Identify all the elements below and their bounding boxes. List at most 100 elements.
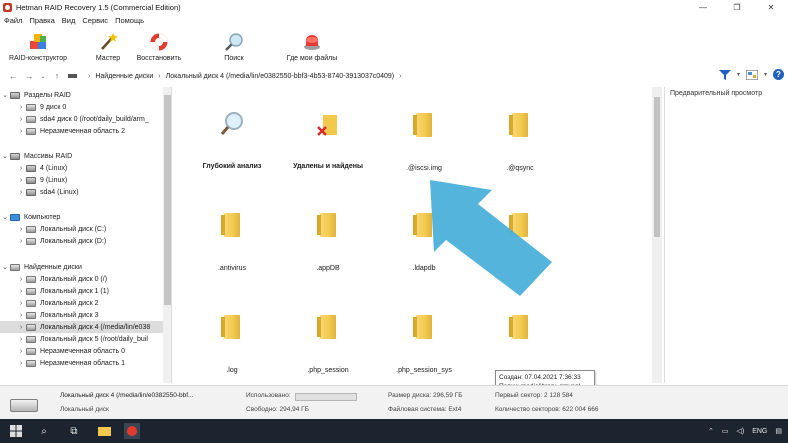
- expand-caret-icon[interactable]: ›: [16, 324, 26, 331]
- task-view-icon[interactable]: ⧉: [66, 423, 82, 439]
- tree-item[interactable]: › 4 (Linux): [0, 162, 163, 174]
- filter-icon[interactable]: [718, 69, 731, 80]
- network-icon[interactable]: ▭: [722, 427, 729, 435]
- history-chevron-icon[interactable]: ⌄: [36, 69, 50, 83]
- notifications-icon[interactable]: ▤: [775, 427, 782, 435]
- expand-caret-icon[interactable]: ›: [16, 288, 26, 295]
- keyboard-language[interactable]: ENG: [752, 428, 767, 435]
- window-title: Hetman RAID Recovery 1.5 (Commercial Edi…: [16, 2, 181, 12]
- tree-group-found-disks[interactable]: ⌄ Найденные диски: [0, 261, 163, 273]
- taskbar: ⌕ ⧉ ⌃ ▭ ◁) ENG ▤: [0, 419, 788, 443]
- file-explorer-icon[interactable]: [96, 423, 112, 439]
- scrollbar-thumb[interactable]: [164, 95, 171, 305]
- up-arrow-icon[interactable]: ↑: [50, 69, 64, 83]
- expand-caret-icon[interactable]: ›: [16, 128, 26, 135]
- collapse-caret-icon[interactable]: ⌄: [0, 263, 10, 271]
- back-arrow-icon[interactable]: ←: [6, 69, 20, 83]
- folder-icon: [221, 315, 240, 339]
- menu-help[interactable]: Помощь: [115, 16, 144, 25]
- tree-item[interactable]: › Неразмеченная область 0: [0, 345, 163, 357]
- grid-item-folder[interactable]: .antivirus: [184, 213, 280, 272]
- raid-builder-button[interactable]: RAID-конструктор: [6, 28, 70, 66]
- expand-caret-icon[interactable]: ›: [16, 189, 26, 196]
- menu-view[interactable]: Вид: [62, 16, 76, 25]
- expand-caret-icon[interactable]: ›: [16, 116, 26, 123]
- tree-item[interactable]: › 9 диск 0: [0, 101, 163, 113]
- maximize-button[interactable]: ❐: [720, 0, 754, 14]
- tree-item[interactable]: › Неразмеченная область 2: [0, 125, 163, 137]
- tree-item[interactable]: › sda4 (Linux): [0, 186, 163, 198]
- grid-item-folder[interactable]: .@qsync: [472, 113, 568, 172]
- close-button[interactable]: ✕: [754, 0, 788, 14]
- tree-group-computer[interactable]: ⌄ Компьютер: [0, 211, 163, 223]
- tray-chevron-icon[interactable]: ⌃: [708, 427, 714, 435]
- search-icon[interactable]: ⌕: [36, 423, 52, 439]
- view-mode-icon[interactable]: [745, 69, 758, 80]
- expand-caret-icon[interactable]: ›: [16, 348, 26, 355]
- disk-icon: [26, 311, 36, 319]
- menu-file[interactable]: Файл: [4, 16, 22, 25]
- expand-caret-icon[interactable]: ›: [16, 336, 26, 343]
- tree-item[interactable]: › Локальный диск (C:): [0, 223, 163, 235]
- restore-button[interactable]: Восстановить: [133, 28, 185, 66]
- grid-item-folder[interactable]: .ldapdb: [376, 213, 472, 272]
- grid-item-folder[interactable]: [472, 213, 568, 265]
- wizard-button[interactable]: Мастер: [88, 28, 128, 66]
- tree-item[interactable]: › Локальный диск 3: [0, 309, 163, 321]
- deleted-folder-icon: [317, 115, 337, 136]
- chevron-right-icon: ›: [158, 72, 161, 80]
- volume-icon[interactable]: ◁): [736, 427, 744, 435]
- filter-dropdown-icon[interactable]: ▾: [737, 71, 740, 78]
- forward-arrow-icon[interactable]: →: [22, 69, 36, 83]
- expand-caret-icon[interactable]: ›: [16, 226, 26, 233]
- expand-caret-icon[interactable]: ›: [16, 177, 26, 184]
- expand-caret-icon[interactable]: ›: [16, 300, 26, 307]
- view-dropdown-icon[interactable]: ▾: [764, 71, 767, 78]
- expand-caret-icon[interactable]: ›: [16, 312, 26, 319]
- tree-item[interactable]: › Неразмеченная область 1: [0, 357, 163, 369]
- grid-item-folder[interactable]: [472, 315, 568, 367]
- expand-caret-icon[interactable]: ›: [16, 276, 26, 283]
- tree-item[interactable]: › Локальный диск (D:): [0, 235, 163, 247]
- expand-caret-icon[interactable]: ›: [16, 238, 26, 245]
- grid-item-folder[interactable]: .php_session: [280, 315, 376, 374]
- tree-item[interactable]: › Локальный диск 1 (1): [0, 285, 163, 297]
- collapse-caret-icon[interactable]: ⌄: [0, 213, 10, 221]
- raid-recovery-taskbar-icon[interactable]: [124, 423, 140, 439]
- tree-item[interactable]: › Локальный диск 5 (/root/daily_buil: [0, 333, 163, 345]
- status-sector-count: Количество секторов: 622 004 666: [495, 406, 599, 413]
- menu-tools[interactable]: Сервис: [82, 16, 108, 25]
- breadcrumb-disk4[interactable]: Локальный диск 4 (/media/lin/e0382550-bb…: [166, 73, 395, 80]
- scrollbar-thumb[interactable]: [654, 97, 660, 237]
- tree-item[interactable]: › Локальный диск 0 (/): [0, 273, 163, 285]
- grid-item-deleted-found[interactable]: Удалены и найдены: [280, 111, 376, 170]
- tree-item[interactable]: › 9 (Linux): [0, 174, 163, 186]
- disk-icon: [10, 263, 20, 271]
- collapse-caret-icon[interactable]: ⌄: [0, 91, 10, 99]
- tree-item[interactable]: › sda4 диск 0 (/root/daily_build/arm_: [0, 113, 163, 125]
- tree-item-selected[interactable]: › Локальный диск 4 (/media/lin/e038: [0, 321, 163, 333]
- windows-start-icon[interactable]: [8, 423, 24, 439]
- tree-group-raid-arrays[interactable]: ⌄ Массивы RAID: [0, 150, 163, 162]
- grid-item-folder[interactable]: .@iscsi.img: [376, 113, 472, 172]
- where-are-my-files-button[interactable]: Где мои файлы: [280, 28, 344, 66]
- tree-scrollbar[interactable]: [163, 87, 171, 383]
- help-icon[interactable]: ?: [773, 69, 784, 80]
- expand-caret-icon[interactable]: ›: [16, 165, 26, 172]
- grid-item-folder[interactable]: .php_session_sys: [376, 315, 472, 374]
- breadcrumb-found-disks[interactable]: Найденные диски: [95, 73, 153, 80]
- expand-caret-icon[interactable]: ›: [16, 360, 26, 367]
- grid-item-folder[interactable]: .log: [184, 315, 280, 374]
- main-scrollbar[interactable]: [652, 87, 662, 383]
- minimize-button[interactable]: —: [686, 0, 720, 14]
- breadcrumb[interactable]: › Найденные диски › Локальный диск 4 (/m…: [68, 69, 696, 83]
- tree-item[interactable]: › Локальный диск 2: [0, 297, 163, 309]
- tree-group-raid-partitions[interactable]: ⌄ Разделы RAID: [0, 89, 163, 101]
- grid-item-deep-analysis[interactable]: Глубокий анализ: [184, 111, 280, 170]
- menu-edit[interactable]: Правка: [29, 16, 54, 25]
- search-button[interactable]: Поиск: [216, 28, 252, 66]
- folder-icon: [509, 213, 528, 237]
- collapse-caret-icon[interactable]: ⌄: [0, 152, 10, 160]
- grid-item-folder[interactable]: .appDB: [280, 213, 376, 272]
- expand-caret-icon[interactable]: ›: [16, 104, 26, 111]
